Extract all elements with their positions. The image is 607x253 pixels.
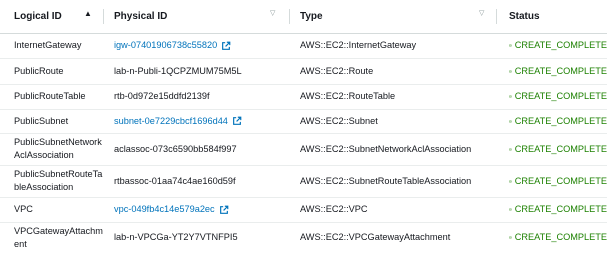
type-cell: AWS::EC2::SubnetNetworkAclAssociation: [300, 143, 472, 154]
type-cell: AWS::EC2::RouteTable: [300, 91, 396, 101]
status-cell: CREATE_COMPLETE: [509, 222, 607, 253]
table-row: PublicSubnetRouteTableAssociation rtbass…: [0, 165, 607, 198]
status-cell: CREATE_COMPLETE: [509, 165, 607, 197]
success-check-icon: [509, 95, 512, 98]
external-link-icon[interactable]: [221, 41, 231, 51]
column-divider[interactable]: [103, 9, 104, 24]
column-header-label: Logical ID: [14, 11, 62, 22]
column-header-status: Status: [509, 0, 540, 33]
column-divider[interactable]: [289, 9, 290, 24]
column-header-logical-id[interactable]: Logical ID: [14, 0, 62, 33]
status-cell: CREATE_COMPLETE: [509, 58, 607, 84]
physical-id-text[interactable]: subnet-0e7229cbcf1696d44: [114, 115, 228, 128]
status-cell: CREATE_COMPLETE: [509, 33, 607, 58]
status-cell: CREATE_COMPLETE: [509, 197, 607, 222]
physical-id-link[interactable]: vpc-049fb4c14e579a2ec: [114, 197, 284, 222]
type-cell: AWS::EC2::VPC: [300, 204, 368, 214]
success-check-icon: [509, 69, 512, 73]
physical-id-cell: lab-n-VPCGa-YT2Y7VTNFPI5: [114, 232, 238, 242]
table-row: PublicRouteTable rtb-0d972e15ddfd2139f A…: [0, 84, 607, 110]
table-header: Logical ID ▲ Physical ID ▽ Type ▽ Status: [0, 0, 607, 34]
sort-icon[interactable]: ▽: [270, 9, 275, 17]
status-cell: CREATE_COMPLETE: [509, 133, 607, 165]
logical-id-cell: PublicRoute: [14, 65, 64, 76]
resources-table: Logical ID ▲ Physical ID ▽ Type ▽ Status…: [0, 0, 607, 253]
physical-id-cell: rtb-0d972e15ddfd2139f: [114, 91, 210, 101]
external-link-icon[interactable]: [219, 205, 229, 215]
type-cell: AWS::EC2::Subnet: [300, 115, 378, 126]
status-label: CREATE_COMPLETE: [514, 204, 607, 214]
type-cell: AWS::EC2::Route: [300, 65, 374, 76]
status-cell: CREATE_COMPLETE: [509, 84, 607, 109]
status-label: CREATE_COMPLETE: [514, 91, 607, 101]
status-label: CREATE_COMPLETE: [514, 232, 607, 242]
column-header-label: Physical ID: [114, 11, 168, 22]
table-row: PublicSubnetNetworkAclAssociation aclass…: [0, 133, 607, 166]
logical-id-cell: PublicSubnetNetworkAclAssociation: [14, 137, 102, 160]
column-divider[interactable]: [496, 9, 497, 24]
column-header-type[interactable]: Type: [300, 0, 323, 33]
status-label: CREATE_COMPLETE: [514, 175, 607, 186]
physical-id-text[interactable]: igw-07401906738c55820: [114, 39, 217, 52]
logical-id-cell: PublicRouteTable: [14, 91, 86, 101]
physical-id-cell: aclassoc-073c6590bb584f997: [114, 143, 237, 154]
logical-id-cell: InternetGateway: [14, 40, 82, 50]
success-check-icon: [509, 147, 512, 151]
table-row: PublicSubnet subnet-0e7229cbcf1696d44 AW…: [0, 109, 607, 134]
type-cell: AWS::EC2::SubnetRouteTableAssociation: [300, 175, 472, 186]
status-label: CREATE_COMPLETE: [514, 40, 607, 50]
sort-ascending-icon[interactable]: ▲: [84, 9, 92, 18]
type-cell: AWS::EC2::InternetGateway: [300, 40, 417, 50]
logical-id-cell: VPCGatewayAttachment: [14, 225, 103, 249]
status-cell: CREATE_COMPLETE: [509, 109, 607, 133]
status-label: CREATE_COMPLETE: [514, 143, 607, 154]
logical-id-cell: PublicSubnetRouteTableAssociation: [14, 169, 103, 192]
logical-id-cell: PublicSubnet: [14, 115, 69, 126]
column-header-label: Type: [300, 11, 323, 22]
table-row: VPC vpc-049fb4c14e579a2ec AWS::EC2::VPC …: [0, 197, 607, 223]
physical-id-link[interactable]: subnet-0e7229cbcf1696d44: [114, 109, 284, 133]
logical-id-cell: VPC: [14, 204, 33, 214]
table-row: InternetGateway igw-07401906738c55820 AW…: [0, 33, 607, 59]
success-check-icon: [509, 44, 512, 47]
status-label: CREATE_COMPLETE: [514, 115, 607, 126]
physical-id-text[interactable]: vpc-049fb4c14e579a2ec: [114, 203, 215, 216]
table-row: PublicRoute lab-n-Publi-1QCPZMUM75M5L AW…: [0, 58, 607, 85]
type-cell: AWS::EC2::VPCGatewayAttachment: [300, 232, 451, 242]
success-check-icon: [509, 179, 512, 183]
status-label: CREATE_COMPLETE: [514, 65, 607, 76]
success-check-icon: [509, 208, 512, 211]
physical-id-cell: rtbassoc-01aa74c4ae160d59f: [114, 175, 236, 186]
success-check-icon: [509, 236, 512, 239]
column-header-physical-id[interactable]: Physical ID: [114, 0, 167, 33]
column-header-label: Status: [509, 11, 540, 22]
sort-icon[interactable]: ▽: [479, 9, 484, 17]
success-check-icon: [509, 119, 512, 123]
external-link-icon[interactable]: [232, 116, 242, 126]
table-row: VPCGatewayAttachment lab-n-VPCGa-YT2Y7VT…: [0, 222, 607, 253]
physical-id-link[interactable]: igw-07401906738c55820: [114, 33, 284, 58]
physical-id-cell: lab-n-Publi-1QCPZMUM75M5L: [114, 65, 242, 76]
